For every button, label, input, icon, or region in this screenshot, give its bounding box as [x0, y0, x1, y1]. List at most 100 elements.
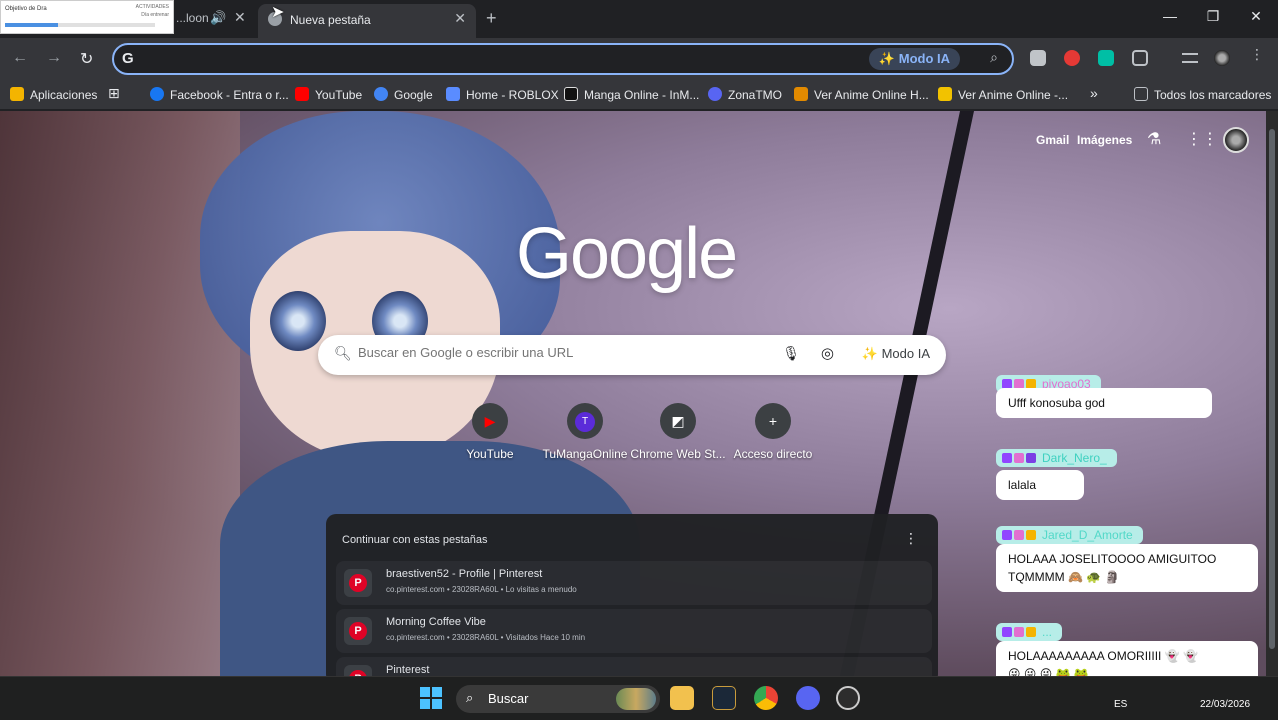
extension-cloud-icon[interactable] — [1030, 50, 1046, 66]
bookmark-aplicaciones[interactable]: Aplicaciones — [10, 87, 97, 102]
background-art — [0, 111, 240, 676]
address-bar[interactable]: G ✨ Modo IA ⌕ — [112, 43, 1014, 75]
profile-avatar-icon[interactable] — [1214, 50, 1230, 66]
google-icon — [374, 87, 388, 101]
bookmark-manga-online[interactable]: Manga Online - InM... — [564, 87, 699, 102]
modo-ia-button[interactable]: ✨ Modo IA — [868, 48, 960, 70]
scrollbar-thumb[interactable] — [1269, 129, 1275, 649]
google-g-icon: G — [122, 50, 134, 67]
clock-date[interactable]: 22/03/2026 — [1200, 699, 1250, 710]
taskbar-search[interactable]: ⌕ Buscar — [456, 685, 660, 713]
restore-icon[interactable]: ❐ — [1203, 8, 1223, 25]
chrome-web-store-icon: ◩ — [660, 403, 696, 439]
list-item[interactable]: P braestiven52 - Profile | Pinterest co.… — [336, 561, 932, 605]
extension-translate-icon[interactable] — [1098, 50, 1114, 66]
folder-icon — [1134, 87, 1148, 101]
chrome-icon[interactable] — [754, 686, 778, 710]
file-explorer-icon[interactable] — [670, 686, 694, 710]
tab-title: ...loon — [176, 11, 209, 25]
facebook-icon — [150, 87, 164, 101]
tab-strip: Objetivo de Dra ACTIVIDADES Día entrenar… — [0, 0, 1278, 38]
list-item[interactable]: P Pinterest — [336, 657, 932, 676]
chat-badges-icon — [1002, 526, 1042, 544]
forward-icon[interactable]: → — [46, 49, 62, 67]
thumbnail-line-b: Día entrenar — [141, 12, 169, 18]
tab-previous[interactable]: Objetivo de Dra ACTIVIDADES Día entrenar… — [0, 0, 260, 38]
mouse-cursor-icon: ➤ — [271, 4, 285, 21]
bookmark-zonatmo[interactable]: ZonaTMO — [708, 87, 782, 102]
bookmarks-bar: Aplicaciones ⊞ Facebook - Entra o r... Y… — [0, 80, 1278, 110]
shortcut-add[interactable]: + Acceso directo — [724, 403, 822, 461]
chat-message: HOLAAAAAAAAA OMORIIIII 👻 👻 😜 😜 😜 🐸 🐸 — [996, 641, 1258, 676]
microphone-icon[interactable]: 🎙︎ — [782, 345, 800, 362]
bookmark-ver-anime-2[interactable]: Ver Anime Online -... — [938, 87, 1068, 102]
labs-flask-icon[interactable]: ⚗ — [1147, 129, 1161, 149]
discord-icon[interactable] — [796, 686, 820, 710]
continue-tabs-card: Continuar con estas pestañas ⋮ P braesti… — [326, 514, 938, 676]
tab-hover-thumbnail: Objetivo de Dra ACTIVIDADES Día entrenar — [0, 0, 174, 34]
menu-kebab-icon[interactable]: ⋮ — [1250, 46, 1264, 62]
more-options-icon[interactable]: ⋮ — [904, 530, 918, 547]
sparkle-search-icon: ✨ — [861, 346, 878, 361]
modo-ia-search-button[interactable]: ✨ Modo IA — [862, 346, 930, 362]
extension-adblock-icon[interactable] — [1064, 50, 1080, 66]
apps-grid-icon — [10, 87, 24, 101]
close-tab-icon[interactable]: ✕ — [234, 9, 246, 26]
search-input[interactable] — [358, 345, 758, 360]
chat-message: lalala — [996, 470, 1084, 500]
obs-icon[interactable] — [836, 686, 860, 710]
plus-icon: + — [755, 403, 791, 439]
sparkle-search-icon: ✨ — [878, 51, 896, 66]
scrollbar[interactable] — [1266, 111, 1278, 676]
browser-toolbar: ← → ↻ G ✨ Modo IA ⌕ ⋮ — [0, 38, 1278, 80]
images-link[interactable]: Imágenes — [1077, 133, 1132, 147]
bookmark-facebook[interactable]: Facebook - Entra o r... — [150, 87, 289, 102]
zonatmo-icon — [708, 87, 722, 101]
search-icon: ⌕ — [466, 690, 474, 705]
list-item[interactable]: P Morning Coffee Vibe co.pinterest.com •… — [336, 609, 932, 653]
thumbnail-progress — [5, 23, 155, 27]
close-tab-icon[interactable]: ✕ — [454, 10, 466, 27]
bookmark-ver-anime-1[interactable]: Ver Anime Online H... — [794, 87, 929, 102]
close-window-icon[interactable]: ✕ — [1246, 8, 1266, 25]
minimize-icon[interactable]: — — [1160, 8, 1180, 24]
bookmark-roblox[interactable]: Home - ROBLOX — [446, 87, 559, 102]
reload-icon[interactable]: ↻ — [80, 49, 93, 69]
roblox-icon — [446, 87, 460, 101]
chat-username: Dark_Nero_ — [996, 449, 1117, 467]
windows-start-icon[interactable] — [420, 687, 442, 709]
avatar[interactable] — [1223, 127, 1249, 153]
manga-icon — [564, 87, 578, 101]
bookmark-youtube[interactable]: YouTube — [295, 87, 362, 102]
back-icon[interactable]: ← — [12, 49, 28, 67]
shortcut-chrome-web-store[interactable]: ◩ Chrome Web St... — [629, 403, 727, 461]
chat-badges-icon — [1002, 623, 1042, 641]
search-box[interactable]: 🔍︎ 🎙︎ ◎ ✨ Modo IA — [318, 335, 946, 375]
chat-badges-icon — [1002, 449, 1042, 467]
more-bookmarks-icon[interactable]: » — [1090, 85, 1098, 101]
speaker-icon[interactable]: 🔊 — [210, 10, 226, 26]
anime-icon — [794, 87, 808, 101]
league-icon[interactable] — [712, 686, 736, 710]
search-icon: 🔍︎ — [334, 345, 352, 361]
shortcut-tumangaonline[interactable]: T TuMangaOnline — [536, 403, 634, 461]
language-indicator[interactable]: ES — [1114, 699, 1127, 710]
gmail-link[interactable]: Gmail — [1036, 133, 1069, 147]
google-lens-icon[interactable]: ◎ — [821, 344, 834, 362]
all-bookmarks-folder[interactable]: Todos los marcadores — [1134, 87, 1271, 102]
taskbar: ⌕ Buscar ES 22/03/2026 — [0, 676, 1278, 720]
new-tab-page: Gmail Imágenes ⚗ ⋮⋮⋮ Google 🔍︎ 🎙︎ ◎ ✨ Mo… — [0, 111, 1266, 676]
bookmark-google[interactable]: Google — [374, 87, 433, 102]
tab-search-icon[interactable] — [1182, 53, 1198, 63]
thumbnail-line-a: ACTIVIDADES — [135, 4, 169, 10]
extensions-puzzle-icon[interactable] — [1132, 50, 1148, 66]
chat-username: ... — [996, 623, 1063, 641]
search-icon[interactable]: ⌕ — [990, 49, 998, 66]
background-art-eye — [270, 291, 326, 351]
tab-groups-icon[interactable]: ⊞ — [108, 85, 120, 102]
chat-message: HOLAAA JOSELITOOOO AMIGUITOO TQMMMM 🙈 🐢 … — [996, 544, 1258, 592]
search-highlight-image — [616, 688, 656, 710]
new-tab-icon[interactable]: + — [486, 8, 497, 29]
shortcut-youtube[interactable]: ▶ YouTube — [441, 403, 539, 461]
tab-nueva-pestana[interactable]: Nueva pestaña ✕ — [258, 4, 476, 38]
